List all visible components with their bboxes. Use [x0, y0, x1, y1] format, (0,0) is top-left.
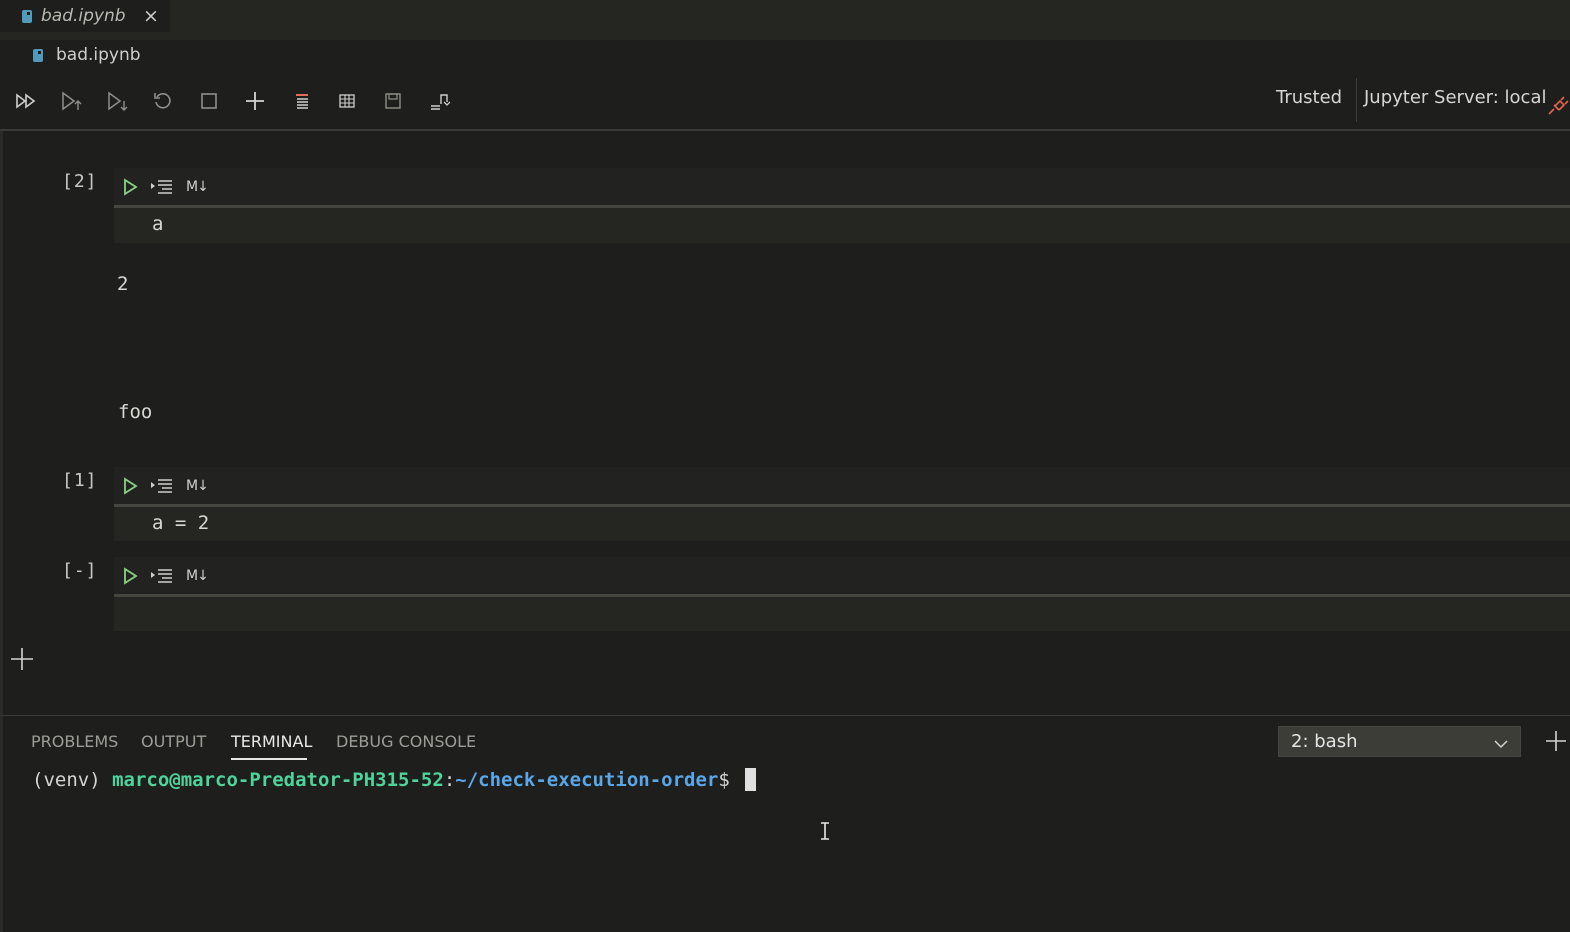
- cell-prompt: [2]: [62, 171, 98, 192]
- toolbar-divider: [1356, 78, 1357, 122]
- run-cell-icon[interactable]: [122, 476, 138, 496]
- variables-icon[interactable]: [334, 88, 360, 114]
- text-cursor-icon: [819, 822, 831, 844]
- save-icon[interactable]: [380, 88, 406, 114]
- plus-icon: [11, 648, 33, 670]
- editor-left-edge: [0, 131, 3, 932]
- run-by-line-icon[interactable]: [150, 476, 174, 496]
- terminal-dollar: $: [718, 768, 742, 791]
- terminal-user-host: marco@marco-Predator-PH315-52: [112, 768, 444, 791]
- tab-problems[interactable]: PROBLEMS: [31, 732, 118, 751]
- markdown-toggle[interactable]: M↓: [186, 177, 209, 197]
- interrupt-icon[interactable]: [196, 88, 222, 114]
- breadcrumb-file[interactable]: bad.ipynb: [56, 45, 141, 65]
- run-by-line-icon[interactable]: [150, 177, 174, 197]
- terminal-prompt[interactable]: (venv) marco@marco-Predator-PH315-52: ~/c…: [32, 768, 757, 791]
- trusted-status[interactable]: Trusted: [1276, 87, 1342, 108]
- tab-output[interactable]: OUTPUT: [141, 732, 206, 751]
- cell-code[interactable]: a = 2: [152, 512, 209, 534]
- cell-toolbar: [114, 557, 1570, 595]
- terminal-venv: (venv): [32, 768, 113, 791]
- notebook-file-icon: [33, 48, 43, 62]
- panel-border: [0, 715, 1570, 716]
- terminal-select-value: 2: bash: [1291, 731, 1358, 752]
- breadcrumb[interactable]: bad.ipynb: [0, 40, 141, 70]
- add-cell-button[interactable]: [10, 647, 34, 671]
- run-cell-icon[interactable]: [122, 177, 138, 197]
- add-cell-icon[interactable]: [242, 88, 268, 114]
- run-by-line-icon[interactable]: [150, 566, 174, 586]
- terminal-select[interactable]: 2: bash: [1278, 726, 1521, 757]
- cell-prompt: [1]: [62, 470, 98, 491]
- cell-code[interactable]: a: [152, 213, 163, 235]
- tab-title: bad.ipynb: [41, 6, 126, 26]
- run-all-icon[interactable]: [13, 88, 39, 114]
- cell-actions: M↓: [122, 566, 220, 586]
- cell-output: 2: [117, 273, 129, 295]
- markdown-toggle[interactable]: M↓: [186, 476, 209, 496]
- plug-icon[interactable]: [1546, 94, 1570, 120]
- markdown-toggle[interactable]: M↓: [186, 566, 209, 586]
- notebook-file-icon: [22, 9, 32, 23]
- cell-actions: M↓: [122, 177, 220, 197]
- run-above-icon[interactable]: [58, 88, 84, 114]
- restart-icon[interactable]: [150, 88, 176, 114]
- notebook-toolbar: Trusted Jupyter Server: local: [0, 78, 1570, 122]
- close-icon[interactable]: ×: [141, 6, 161, 26]
- active-tab-indicator: [231, 758, 307, 760]
- toolbar-border: [0, 129, 1570, 131]
- run-cell-icon[interactable]: [122, 566, 138, 586]
- cell-output: foo: [118, 401, 153, 423]
- cell-prompt: [-]: [62, 560, 98, 581]
- export-icon[interactable]: [426, 88, 452, 114]
- tab-debug-console[interactable]: DEBUG CONSOLE: [336, 732, 476, 751]
- terminal-path: ~/check-execution-order: [455, 768, 719, 791]
- clear-outputs-icon[interactable]: [289, 88, 315, 114]
- editor-tab-bar: bad.ipynb ×: [0, 0, 1570, 40]
- cell-toolbar: [114, 168, 1570, 206]
- cell-actions: M↓: [122, 476, 220, 496]
- run-below-icon[interactable]: [104, 88, 130, 114]
- new-terminal-icon[interactable]: [1545, 730, 1567, 756]
- chevron-down-icon: [1494, 735, 1508, 754]
- cell-editor[interactable]: a: [114, 208, 1570, 243]
- jupyter-server-status[interactable]: Jupyter Server: local: [1364, 87, 1547, 108]
- terminal-cursor: [745, 768, 757, 791]
- cell-toolbar: [114, 467, 1570, 505]
- cell-editor[interactable]: [114, 597, 1570, 631]
- tab-bad-ipynb[interactable]: bad.ipynb ×: [0, 0, 170, 32]
- cell-editor[interactable]: a = 2: [114, 507, 1570, 541]
- tab-terminal[interactable]: TERMINAL: [231, 732, 312, 751]
- terminal-colon: :: [443, 768, 456, 791]
